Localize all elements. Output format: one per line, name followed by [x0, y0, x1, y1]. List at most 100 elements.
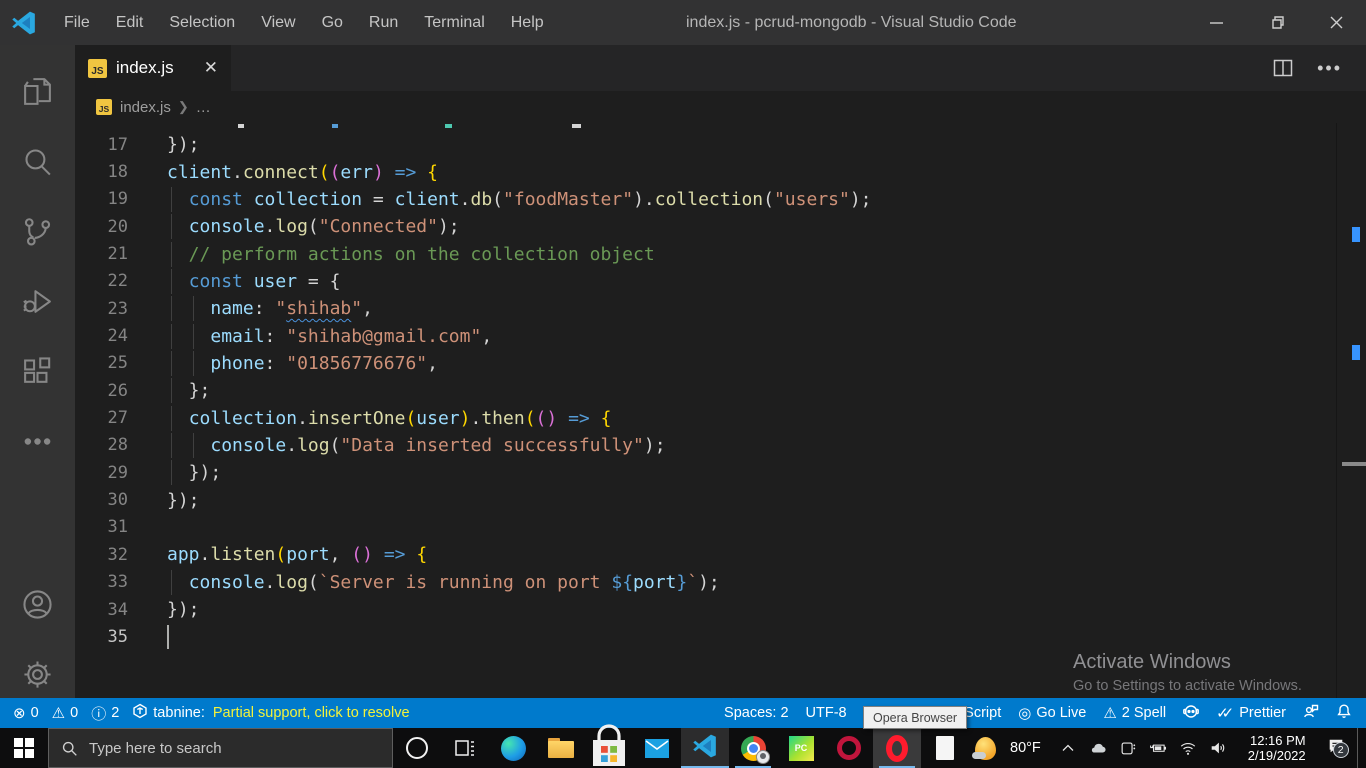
taskbar-app-cortana[interactable]	[393, 728, 441, 768]
menu-terminal[interactable]: Terminal	[411, 0, 497, 45]
breadcrumb[interactable]: JS index.js ❯ …	[75, 91, 1366, 123]
start-button[interactable]	[0, 728, 48, 768]
taskbar-app-chrome[interactable]	[729, 728, 777, 768]
token: // perform actions on the collection obj…	[167, 244, 655, 265]
tray-onedrive[interactable]	[1083, 728, 1113, 768]
taskbar: Type here to search PC 80°F 12:16 PM2/19/…	[0, 728, 1366, 768]
tray-network[interactable]	[1173, 728, 1203, 768]
activity-bar-search[interactable]	[14, 137, 62, 185]
menu-edit[interactable]: Edit	[103, 0, 157, 45]
code-line-21[interactable]: 21 // perform actions on the collection …	[75, 240, 872, 267]
tray-temperature[interactable]: 80°F	[1002, 728, 1053, 768]
status-2[interactable]: ⓘ2	[91, 703, 119, 724]
code-line-18[interactable]: 18client.connect((err) => {	[75, 158, 872, 185]
code-line-23[interactable]: 23 name: "shihab",	[75, 295, 872, 322]
tray-battery[interactable]	[1143, 728, 1173, 768]
code-line-29[interactable]: 29 });	[75, 459, 872, 486]
code-line-17[interactable]: 17});	[75, 131, 872, 158]
status-0[interactable]: ⊗0	[13, 704, 39, 722]
cortana-icon	[406, 737, 428, 759]
action-center[interactable]: 2	[1327, 737, 1345, 760]
code-line-35[interactable]: 35	[75, 623, 872, 650]
activity-bar-more-actions[interactable]	[14, 417, 62, 465]
status-utf-8[interactable]: UTF-8	[806, 705, 847, 721]
activity-bar-settings[interactable]	[14, 650, 62, 698]
status-tabnine-robot-icon[interactable]	[1183, 703, 1199, 723]
tab-indexjs[interactable]: JS index.js ✕	[75, 45, 231, 91]
token: port	[633, 572, 676, 593]
code-line-25[interactable]: 25 phone: "01856776676",	[75, 350, 872, 377]
status-spaces-2[interactable]: Spaces: 2	[724, 705, 789, 721]
code-line-31[interactable]: 31	[75, 514, 872, 541]
taskbar-app-mail[interactable]	[633, 728, 681, 768]
feedback-icon	[1303, 703, 1319, 723]
taskbar-app-microsoft-store[interactable]	[585, 728, 633, 768]
tray-volume[interactable]	[1203, 728, 1233, 768]
tray-device[interactable]	[1113, 728, 1143, 768]
split-editor-icon[interactable]	[1273, 59, 1293, 77]
menu-file[interactable]: File	[51, 0, 103, 45]
minimize-button[interactable]	[1186, 0, 1246, 45]
activity-bar-account[interactable]	[14, 580, 62, 628]
taskbar-app-file-explorer[interactable]	[537, 728, 585, 768]
activity-bar-explorer[interactable]	[14, 67, 62, 115]
close-button[interactable]	[1306, 0, 1366, 45]
code-line-33[interactable]: 33 console.log(`Server is running on por…	[75, 569, 872, 596]
code-line-22[interactable]: 22 const user = {	[75, 268, 872, 295]
activity-bar-extensions[interactable]	[14, 347, 62, 395]
status-prettier[interactable]: ✓✓Prettier	[1216, 704, 1286, 722]
date-label: 2/19/2022	[1248, 748, 1306, 763]
menu-run[interactable]: Run	[356, 0, 411, 45]
code-line-30[interactable]: 30});	[75, 486, 872, 513]
menu-view[interactable]: View	[248, 0, 308, 45]
taskbar-search[interactable]: Type here to search	[48, 728, 393, 768]
code-editor[interactable]: 17});18client.connect((err) => {19 const…	[75, 123, 1366, 698]
scrollbar-handle[interactable]	[1342, 462, 1366, 466]
clock[interactable]: 12:16 PM2/19/2022	[1239, 733, 1315, 763]
tray-show-hidden[interactable]	[1053, 728, 1083, 768]
status-0[interactable]: ⚠0	[52, 704, 79, 722]
taskbar-app-notepad[interactable]	[921, 728, 969, 768]
restore-button[interactable]	[1246, 0, 1306, 45]
search-icon	[21, 145, 54, 178]
tray-weather[interactable]	[969, 728, 1002, 768]
taskbar-app-pycharm[interactable]: PC	[777, 728, 825, 768]
taskbar-app-edge[interactable]	[489, 728, 537, 768]
menu-selection[interactable]: Selection	[156, 0, 248, 45]
tab-close-icon[interactable]: ✕	[201, 58, 221, 78]
status-tabnine-[interactable]: tabnine:	[132, 703, 205, 723]
tray-show-desktop[interactable]	[1351, 728, 1366, 768]
code-line-34[interactable]: 34});	[75, 596, 872, 623]
code-line-26[interactable]: 26 };	[75, 377, 872, 404]
taskbar-app-opera[interactable]	[873, 728, 921, 768]
code-line-20[interactable]: 20 console.log("Connected");	[75, 213, 872, 240]
tabnine-status-message[interactable]: Partial support, click to resolve	[213, 705, 410, 721]
status-go-live[interactable]: ◎Go Live	[1018, 704, 1086, 722]
code-line-24[interactable]: 24 email: "shihab@gmail.com",	[75, 322, 872, 349]
status-bell-icon[interactable]	[1336, 703, 1352, 723]
activity-bar-run-and-debug[interactable]	[14, 277, 62, 325]
taskbar-app-task-view[interactable]	[441, 728, 489, 768]
line-number: 32	[75, 545, 128, 565]
line-number: 19	[75, 189, 128, 209]
chrome-icon	[741, 736, 766, 761]
more-actions-icon[interactable]: •••	[1317, 58, 1342, 79]
code-line-28[interactable]: 28 console.log("Data inserted successful…	[75, 432, 872, 459]
tray-clock[interactable]: 12:16 PM2/19/2022	[1233, 728, 1321, 768]
status-2-spell[interactable]: ⚠2 Spell	[1103, 704, 1166, 722]
code-line-32[interactable]: 32app.listen(port, () => {	[75, 541, 872, 568]
tray-action-center[interactable]: 2	[1321, 728, 1351, 768]
taskbar-app-vscode[interactable]	[681, 728, 729, 768]
menu-go[interactable]: Go	[309, 0, 356, 45]
code-line-19[interactable]: 19 const collection = client.db("foodMas…	[75, 186, 872, 213]
menu-help[interactable]: Help	[498, 0, 557, 45]
status-feedback-icon[interactable]	[1303, 703, 1319, 723]
token: log	[275, 572, 308, 593]
code-line-27[interactable]: 27 collection.insertOne(user).then(() =>…	[75, 404, 872, 431]
show-desktop-button[interactable]	[1357, 728, 1361, 768]
taskbar-app-opera-gx[interactable]	[825, 728, 873, 768]
activity-bar-source-control[interactable]	[14, 207, 62, 255]
breadcrumb-more[interactable]: …	[196, 99, 211, 116]
token: .	[265, 572, 276, 593]
breadcrumb-file[interactable]: index.js	[120, 99, 171, 116]
